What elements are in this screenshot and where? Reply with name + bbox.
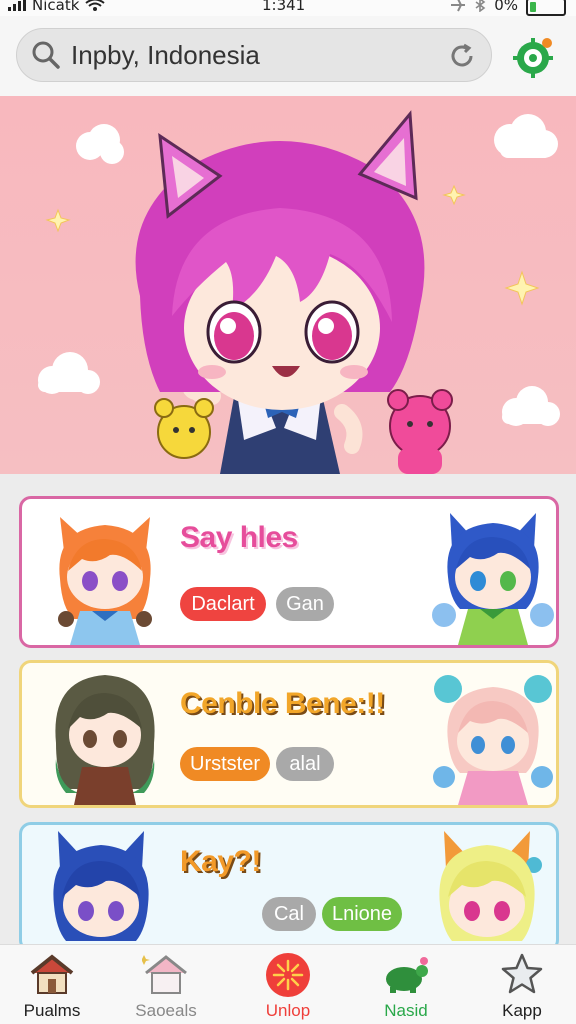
orange-hair-character [58, 517, 152, 645]
card-title: Cenble Bene:!! [180, 687, 385, 720]
nav-item-nasid[interactable]: Nasid [358, 945, 454, 1024]
battery-percent: 0% [494, 0, 518, 14]
star-icon [501, 953, 543, 994]
chip-secondary[interactable]: Gan [276, 587, 334, 621]
refresh-icon[interactable] [445, 39, 479, 73]
chip-secondary[interactable]: alal [276, 747, 334, 781]
chip-secondary[interactable]: Cal [262, 897, 316, 931]
carrier-name: Nicatk [32, 0, 80, 14]
pink-bear-mascot [387, 389, 453, 474]
nav-label: Nasid [384, 1001, 428, 1020]
character-card[interactable]: Kay?! Cal Lnione [19, 822, 559, 952]
bluetooth-icon [475, 0, 486, 12]
nav-label: Pualms [23, 1001, 81, 1020]
chip-primary[interactable]: Urstster [180, 747, 270, 781]
hero-banner[interactable] [0, 96, 576, 474]
sunburst-icon [266, 953, 310, 997]
nav-item-unlop[interactable]: Unlop [240, 945, 336, 1024]
search-bar[interactable] [16, 28, 492, 82]
blonde-hair-character [439, 831, 542, 941]
search-input[interactable] [71, 39, 431, 71]
house-outline-icon [142, 955, 187, 994]
nav-label: Kapp [502, 1001, 542, 1020]
status-right: 0% [450, 0, 566, 16]
turtle-icon [386, 957, 428, 993]
brown-hair-character [55, 675, 155, 805]
nav-label: Saoeals [135, 1001, 197, 1020]
location-target-icon[interactable] [510, 34, 556, 80]
nav-item-saoeals[interactable]: Saoeals [118, 945, 214, 1024]
location-target-button[interactable] [510, 34, 556, 80]
chip-primary[interactable]: Lnione [322, 897, 402, 931]
character-card[interactable]: Cenble Bene:!! Urstster alal [19, 660, 559, 808]
wifi-icon [85, 0, 106, 11]
carrier-group: Nicatk [8, 0, 106, 14]
status-bar: Nicatk 1:341 0% [0, 0, 576, 16]
chip-primary[interactable]: Daclart [180, 587, 266, 621]
yellow-bear-mascot [154, 398, 214, 459]
status-time: 1:341 [262, 0, 306, 14]
house-icon [30, 954, 74, 994]
airplane-icon [451, 0, 466, 12]
nav-label: Unlop [265, 1001, 311, 1020]
blue-hair-character [432, 513, 554, 645]
nav-item-pualms[interactable]: Pualms [4, 945, 100, 1024]
character-card[interactable]: Say hles Daclart Gan [19, 496, 559, 648]
search-header [0, 16, 576, 96]
bottom-navigation: Pualms Saoeals Unlop Nasid Kapp [0, 944, 576, 1024]
card-title: Say hles [180, 521, 298, 554]
hero-illustration [38, 110, 560, 474]
pink-hair-character [433, 675, 553, 805]
search-icon[interactable] [29, 38, 63, 72]
card-title: Kay?! [180, 845, 261, 878]
navy-hair-character [53, 831, 149, 941]
battery-icon [526, 0, 566, 16]
nav-item-kapp[interactable]: Kapp [474, 945, 570, 1024]
signal-icon [8, 0, 26, 11]
